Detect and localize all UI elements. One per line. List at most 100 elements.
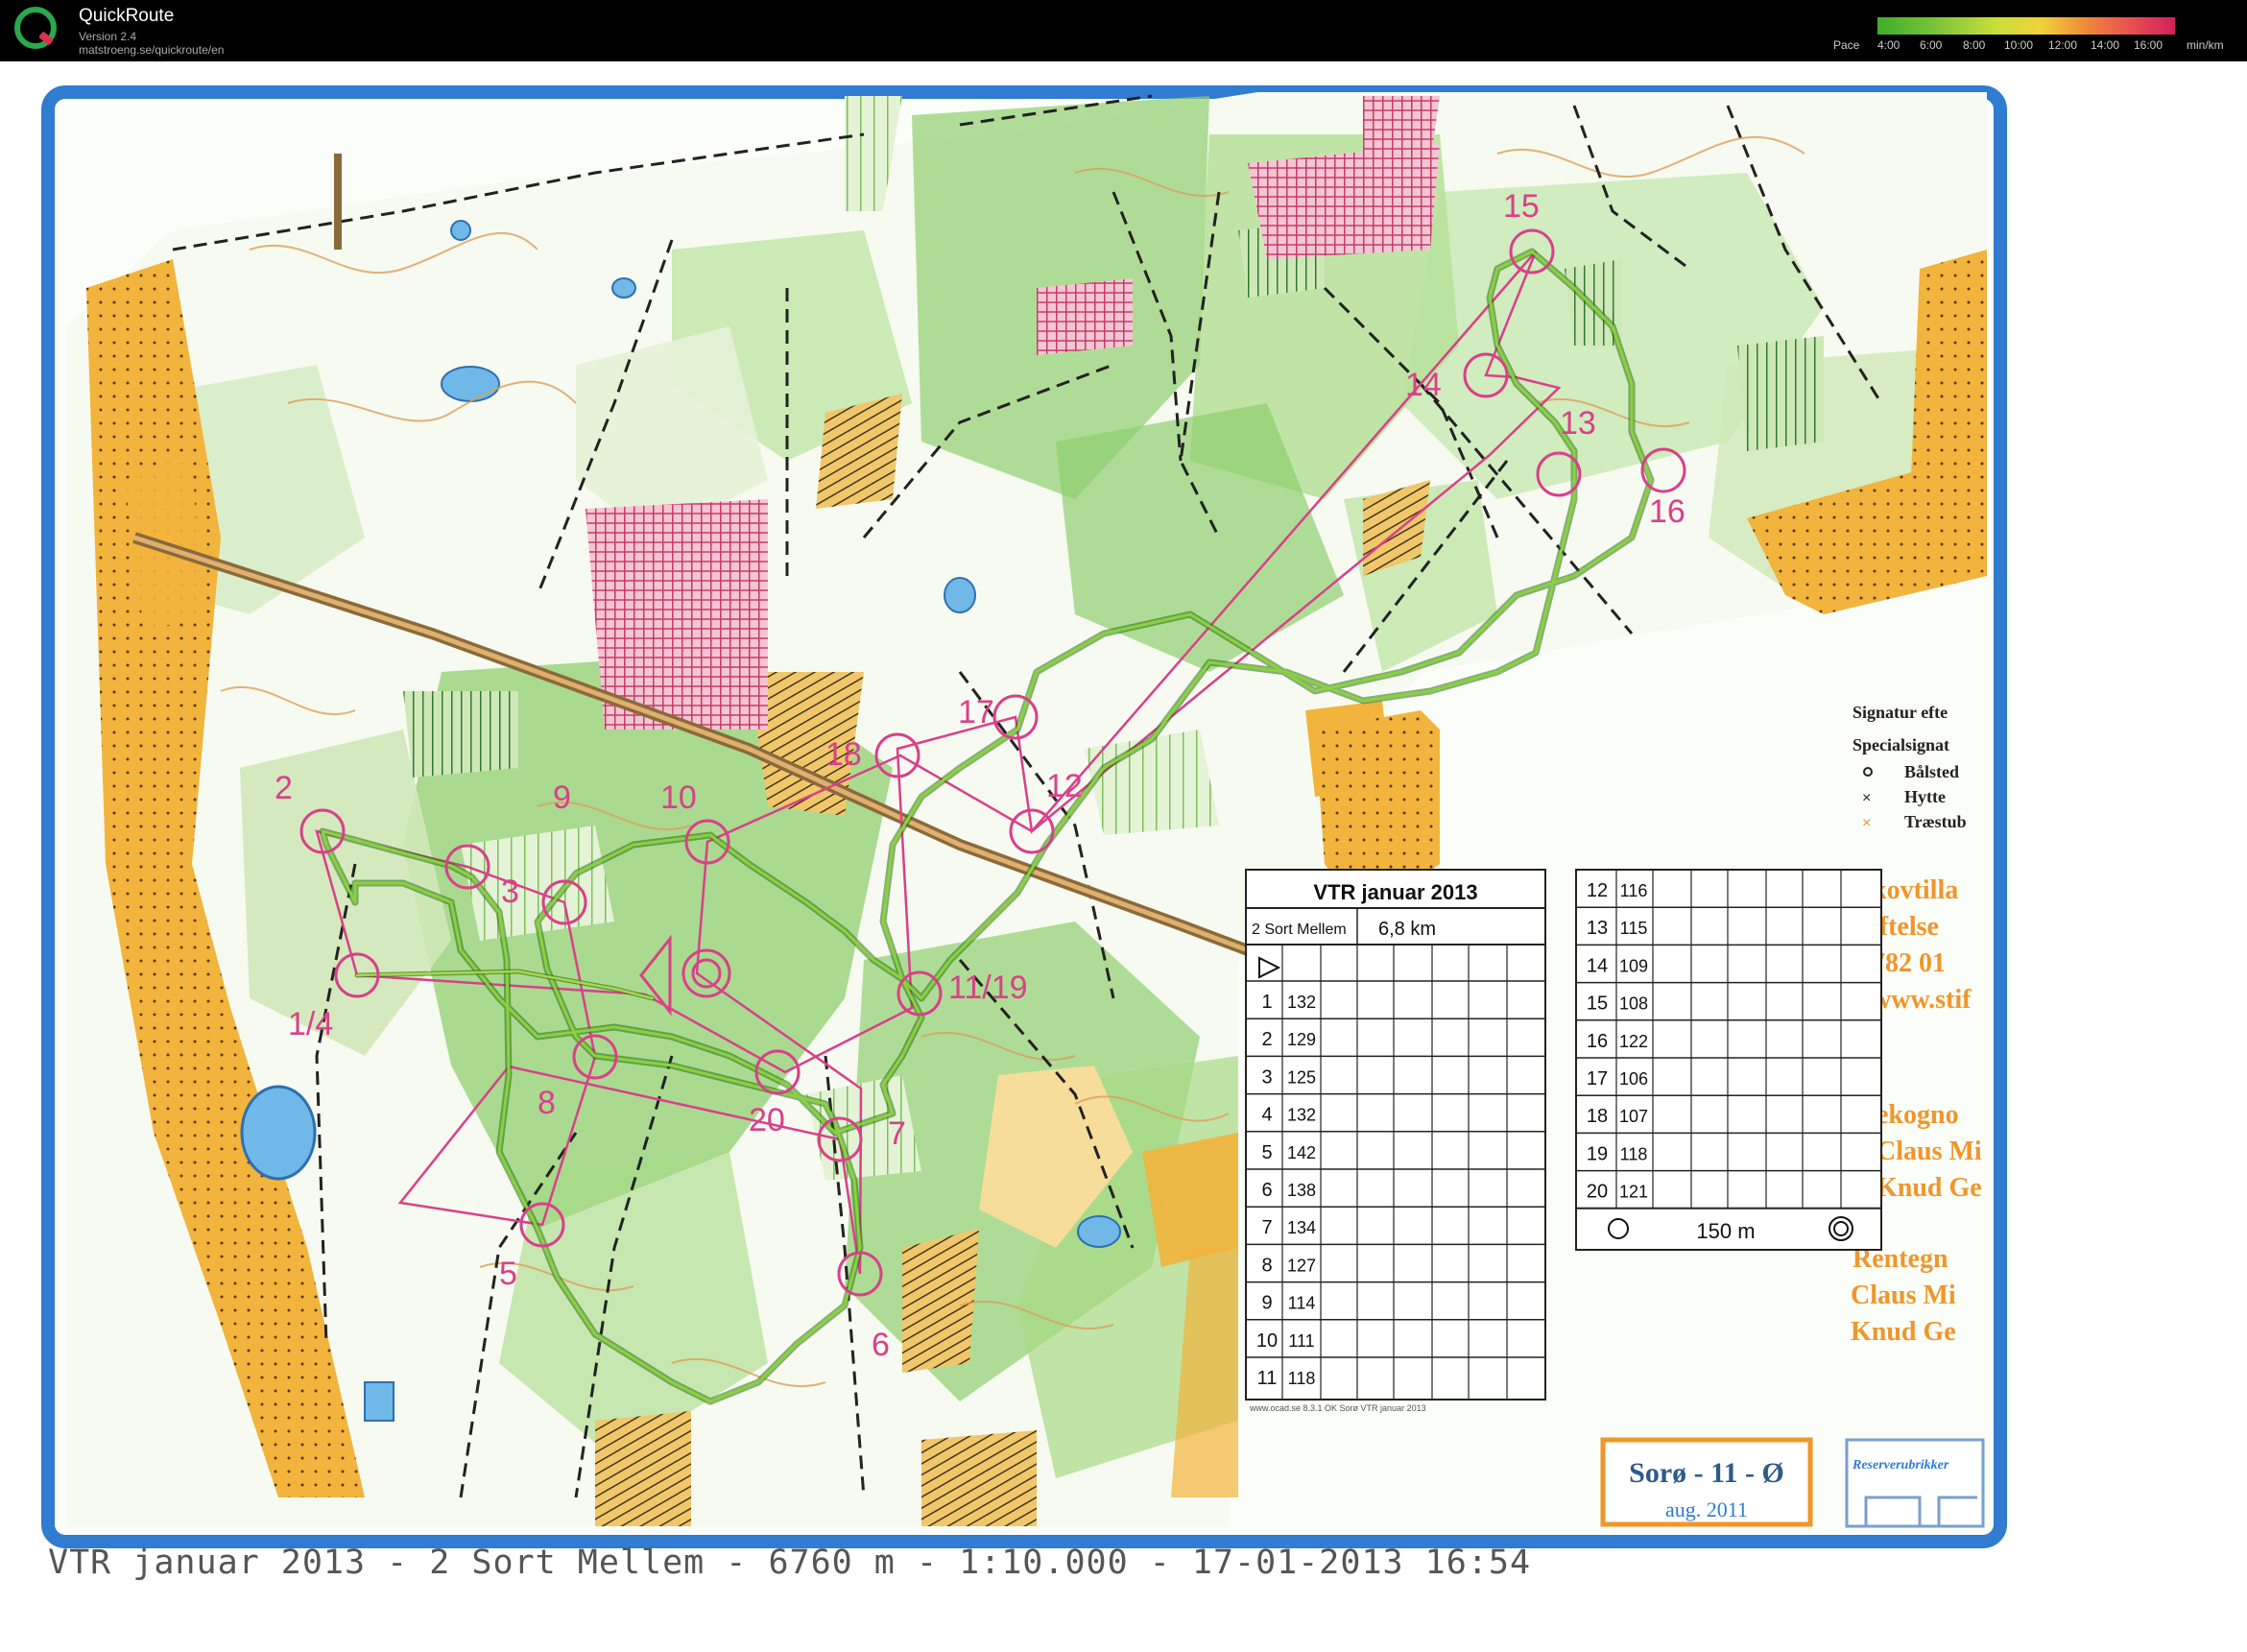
table-title: VTR januar 2013: [1313, 880, 1477, 904]
table-row-code: 116: [1620, 881, 1648, 900]
table-row-number: 18: [1587, 1106, 1608, 1127]
legend-item: Træstub: [1904, 812, 1967, 831]
reserve-label: Reserverubrikker: [1852, 1458, 1949, 1472]
control-label: 13: [1560, 405, 1596, 442]
pace-tick: 6:00: [1920, 38, 1943, 52]
control-label: 15: [1503, 188, 1540, 225]
control-label: 18: [825, 736, 862, 773]
table-row-number: 10: [1256, 1330, 1278, 1352]
app-version: Version 2.4: [79, 30, 137, 43]
table-length: 6,8 km: [1378, 919, 1436, 940]
table-row-number: 15: [1587, 994, 1608, 1015]
reserve-box: Reserverubrikker: [1845, 1438, 1985, 1528]
control-label: 2: [275, 770, 293, 806]
table-row-number: 6: [1261, 1180, 1272, 1201]
table-row-code: 118: [1288, 1369, 1316, 1388]
stump-icon: ×: [1862, 815, 1871, 831]
control-label: 20: [749, 1102, 785, 1138]
control-label: 11/19: [948, 970, 1028, 1006]
table-row-code: 115: [1620, 919, 1648, 938]
cabin-icon: ×: [1862, 790, 1871, 806]
table-row-number: 5: [1261, 1142, 1272, 1163]
orange-text: ekogno: [1876, 1100, 1959, 1130]
pace-label: Pace: [1833, 38, 1860, 52]
table-row-code: 111: [1288, 1331, 1314, 1351]
orange-text: Knud Ge: [1851, 1317, 1956, 1347]
orange-text: www.stif: [1872, 985, 1972, 1015]
table-row-code: 109: [1619, 956, 1648, 975]
table-row-number: 16: [1587, 1031, 1608, 1052]
control-label: 16: [1649, 493, 1685, 530]
orienteering-map[interactable]: 1/4 2 3 5 6 7 8 9 10 11/19 12 13 14 15 1…: [0, 61, 2247, 1597]
table-row-number: 1: [1261, 992, 1272, 1013]
table-row-number: 9: [1261, 1293, 1272, 1314]
control-label: 5: [499, 1256, 517, 1292]
table-row-code: 134: [1287, 1218, 1316, 1237]
table-row-number: 14: [1587, 955, 1608, 976]
legend-item: Hytte: [1904, 787, 1946, 806]
table-row-code: 132: [1287, 993, 1316, 1012]
control-label: 10: [660, 779, 697, 816]
table-row-number: 2: [1261, 1029, 1272, 1050]
pace-unit: min/km: [2187, 38, 2224, 52]
table-row-number: 4: [1261, 1105, 1272, 1126]
control-label: 6: [872, 1327, 890, 1363]
table-row-number: 13: [1587, 918, 1608, 939]
orange-text: kovtilla: [1872, 875, 1958, 905]
legend-title: Signatur efte: [1853, 703, 1948, 722]
control-label: 12: [1046, 768, 1083, 804]
table-row-code: 121: [1619, 1183, 1648, 1202]
pace-legend: Pace 4:00 6:00 8:00 10:00 12:00 14:00 16…: [1824, 13, 2246, 56]
finish-distance: 150 m: [1696, 1219, 1755, 1243]
table-row-code: 127: [1287, 1256, 1316, 1275]
table-footer: www.ocad.se 8.3.1 OK Sorø VTR januar 201…: [1249, 1403, 1426, 1413]
table-row-code: 132: [1287, 1106, 1316, 1125]
orange-text: 782 01: [1872, 948, 1946, 978]
table-row-code: 114: [1288, 1294, 1316, 1313]
legend-special: Specialsignat: [1853, 735, 1949, 754]
control-label: 9: [553, 779, 571, 816]
control-label: 3: [501, 874, 519, 910]
table-row-code: 138: [1287, 1181, 1316, 1200]
table-row-number: 3: [1261, 1066, 1272, 1088]
table-row-code: 122: [1619, 1032, 1648, 1051]
orange-text: Claus Mi: [1851, 1281, 1956, 1310]
table-row-code: 129: [1287, 1030, 1316, 1049]
legend-item: Bålsted: [1904, 762, 1959, 781]
table-row-code: 142: [1287, 1143, 1316, 1162]
orange-text: Claus Mi: [1876, 1137, 1982, 1166]
control-label: 1/4: [288, 1006, 333, 1042]
table-row-number: 8: [1261, 1255, 1272, 1276]
table-row-number: 17: [1587, 1068, 1608, 1089]
table-row-code: 107: [1619, 1107, 1648, 1126]
quickroute-logo-icon: [14, 7, 57, 49]
control-label: 17: [958, 694, 994, 730]
pace-tick: 10:00: [2004, 38, 2034, 52]
table-row-code: 118: [1620, 1144, 1648, 1163]
control-label: 7: [888, 1115, 906, 1152]
table-row-number: 11: [1257, 1368, 1278, 1389]
pace-tick: 16:00: [2134, 38, 2163, 52]
app-header: QuickRoute Version 2.4 matstroeng.se/qui…: [0, 0, 2247, 61]
app-title: QuickRoute: [79, 6, 175, 26]
pace-tick: 8:00: [1963, 38, 1986, 52]
table-row-number: 12: [1587, 880, 1608, 901]
pace-tick: 12:00: [2048, 38, 2078, 52]
map-name-box: Sorø - 11 - Ø aug. 2011: [1600, 1437, 1813, 1527]
table-row-code: 125: [1287, 1067, 1316, 1087]
control-table-left: VTR januar 2013 2 Sort Mellem 6,8 km 1 13…: [1245, 869, 1546, 1401]
pace-tick: 14:00: [2091, 38, 2120, 52]
map-caption: VTR januar 2013 - 2 Sort Mellem - 6760 m…: [48, 1544, 1532, 1582]
table-row-code: 106: [1619, 1069, 1648, 1089]
control-table-right: 12 116 13 115 14 109 15 108 16 122 17 106 18 107 19 118…: [1575, 869, 1882, 1251]
pace-tick: 4:00: [1877, 38, 1900, 52]
table-course: 2 Sort Mellem: [1252, 922, 1347, 938]
pace-color-bar: [1877, 17, 2175, 35]
table-row-number: 19: [1587, 1143, 1608, 1164]
app-url[interactable]: matstroeng.se/quickroute/en: [79, 43, 224, 57]
control-label: 8: [538, 1085, 556, 1121]
control-label: 14: [1405, 367, 1442, 403]
table-row-number: 7: [1261, 1217, 1272, 1238]
table-row-number: 20: [1587, 1182, 1608, 1203]
map-name: Sorø - 11 - Ø: [1629, 1457, 1784, 1489]
